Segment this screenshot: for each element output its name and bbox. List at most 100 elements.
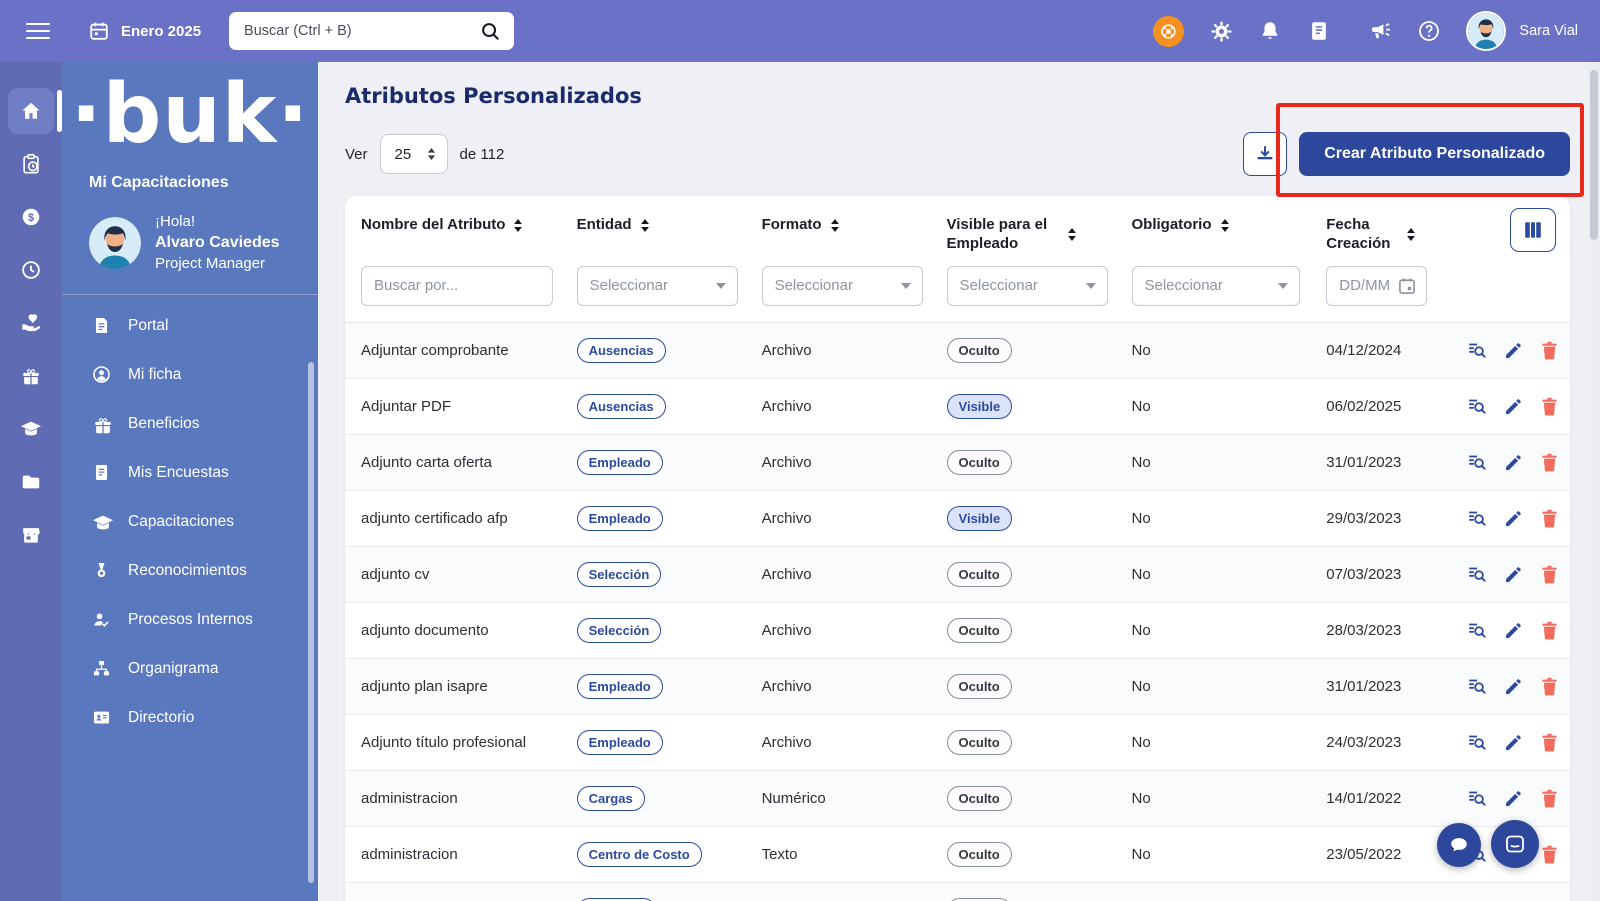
topbar-user-name[interactable]: Sara Vial <box>1519 23 1578 39</box>
created-date-cell: 06/02/2025 <box>1310 378 1435 434</box>
view-details-button[interactable] <box>1466 451 1488 473</box>
sort-icon[interactable] <box>640 219 650 232</box>
search-input[interactable] <box>242 22 479 40</box>
journal-icon[interactable] <box>1307 19 1331 43</box>
col-nombre[interactable]: Nombre del Atributo <box>361 216 553 235</box>
view-details-button[interactable] <box>1466 787 1488 809</box>
sidebar-item-procesos-internos[interactable]: Procesos Internos <box>62 595 318 644</box>
sort-icon[interactable] <box>1220 219 1230 232</box>
edit-button[interactable] <box>1503 508 1524 529</box>
rail-item-home-icon[interactable] <box>8 88 54 134</box>
edit-button[interactable] <box>1503 676 1524 697</box>
filter-formato-select[interactable]: Seleccionar <box>762 266 923 306</box>
col-fecha[interactable]: Fecha Creación <box>1326 216 1427 254</box>
view-details-button[interactable] <box>1466 507 1488 529</box>
edit-button[interactable] <box>1503 396 1524 417</box>
filter-visible-select[interactable]: Seleccionar <box>947 266 1108 306</box>
header-row: Nombre del Atributo Entidad Formato Visi… <box>345 196 1570 258</box>
delete-button[interactable] <box>1539 620 1560 641</box>
edit-button[interactable] <box>1503 452 1524 473</box>
sort-icon[interactable] <box>513 219 523 232</box>
edit-button[interactable] <box>1503 732 1524 753</box>
rail-item-graduation-cap-icon[interactable] <box>8 406 54 452</box>
gear-icon[interactable] <box>1209 19 1233 43</box>
create-attribute-button[interactable]: Crear Atributo Personalizado <box>1299 132 1570 176</box>
bell-icon[interactable] <box>1258 19 1282 43</box>
view-details-button[interactable] <box>1466 563 1488 585</box>
rail-item-clipboard-clock-icon[interactable] <box>8 141 54 187</box>
period-selector[interactable]: Enero 2025 <box>88 20 201 42</box>
rail-item-celebration-icon[interactable] <box>8 353 54 399</box>
sidebar-item-reconocimientos[interactable]: Reconocimientos <box>62 546 318 595</box>
required-cell: No <box>1116 490 1311 546</box>
delete-button[interactable] <box>1539 564 1560 585</box>
col-visible[interactable]: Visible para el Empleado <box>947 216 1108 254</box>
rail-item-folder-icon[interactable] <box>8 459 54 505</box>
delete-button[interactable] <box>1539 676 1560 697</box>
sidebar-item-mi-ficha[interactable]: Mi ficha <box>62 350 318 399</box>
filter-entidad-select[interactable]: Seleccionar <box>577 266 738 306</box>
column-settings-button[interactable] <box>1510 208 1556 252</box>
delete-button[interactable] <box>1539 452 1560 473</box>
sidebar-item-portal[interactable]: Portal <box>62 301 318 350</box>
filter-obligatorio-select[interactable]: Seleccionar <box>1132 266 1300 306</box>
hamburger-menu-icon[interactable] <box>26 18 50 44</box>
page-size-select[interactable]: 25 <box>380 134 448 174</box>
col-formato[interactable]: Formato <box>762 216 923 235</box>
page-scrollbar[interactable] <box>1588 62 1600 901</box>
help-icon[interactable] <box>1417 19 1441 43</box>
rail-item-clock-icon[interactable] <box>8 247 54 293</box>
delete-button[interactable] <box>1539 396 1560 417</box>
sort-icon[interactable] <box>1406 228 1416 241</box>
filter-fecha-input[interactable]: DD/MM <box>1326 266 1427 306</box>
sidebar-avatar <box>89 217 141 269</box>
sort-icon[interactable] <box>830 219 840 232</box>
sidebar-item-beneficios[interactable]: Beneficios <box>62 399 318 448</box>
megaphone-icon[interactable] <box>1368 19 1392 43</box>
rail-item-dollar-circle-icon[interactable]: $ <box>8 194 54 240</box>
edit-button[interactable] <box>1503 788 1524 809</box>
view-details-button[interactable] <box>1466 675 1488 697</box>
col-entidad[interactable]: Entidad <box>577 216 738 235</box>
rail-item-store-icon[interactable] <box>8 512 54 558</box>
scrollbar-thumb[interactable] <box>1590 70 1598 240</box>
view-details-button[interactable] <box>1466 339 1488 361</box>
edit-button[interactable] <box>1503 564 1524 585</box>
rail-item-hand-heart-icon[interactable] <box>8 300 54 346</box>
delete-button[interactable] <box>1539 340 1560 361</box>
support-icon[interactable] <box>1153 16 1184 47</box>
col-obligatorio[interactable]: Obligatorio <box>1132 216 1303 235</box>
view-details-button[interactable] <box>1466 619 1488 641</box>
chevron-down-icon <box>1086 283 1096 289</box>
download-button[interactable] <box>1243 132 1287 176</box>
attribute-name-cell: Adjunto título profesional <box>345 714 561 770</box>
product-label: Mi Capacitaciones <box>62 174 318 192</box>
global-search[interactable] <box>229 12 514 50</box>
delete-button[interactable] <box>1539 844 1560 865</box>
helpdesk-fab-button[interactable] <box>1491 820 1539 868</box>
edit-button[interactable] <box>1503 620 1524 641</box>
view-details-button[interactable] <box>1466 731 1488 753</box>
edit-button[interactable] <box>1503 340 1524 361</box>
helpdesk-icon <box>1503 832 1527 856</box>
attribute-name-cell: adjunto cv <box>345 546 561 602</box>
sidebar-item-organigrama[interactable]: Organigrama <box>62 644 318 693</box>
delete-button[interactable] <box>1539 732 1560 753</box>
calendar-icon <box>88 20 110 42</box>
calendar-icon <box>1397 276 1417 296</box>
view-details-button[interactable] <box>1466 395 1488 417</box>
sort-icon[interactable] <box>1067 228 1077 241</box>
filter-name-input[interactable] <box>361 266 553 306</box>
search-icon[interactable] <box>479 20 501 42</box>
attribute-name-cell: adjunto plan isapre <box>345 658 561 714</box>
delete-button[interactable] <box>1539 508 1560 529</box>
entity-badge: Ausencias <box>577 338 666 363</box>
topbar-avatar[interactable] <box>1466 11 1506 51</box>
chat-fab-button[interactable] <box>1437 823 1481 867</box>
sidebar-item-mis-encuestas[interactable]: Mis Encuestas <box>62 448 318 497</box>
sidebar-scrollbar[interactable] <box>308 362 314 883</box>
topbar-left: Enero 2025 <box>26 12 514 50</box>
sidebar-item-capacitaciones[interactable]: Capacitaciones <box>62 497 318 546</box>
sidebar-item-directorio[interactable]: Directorio <box>62 693 318 742</box>
delete-button[interactable] <box>1539 788 1560 809</box>
